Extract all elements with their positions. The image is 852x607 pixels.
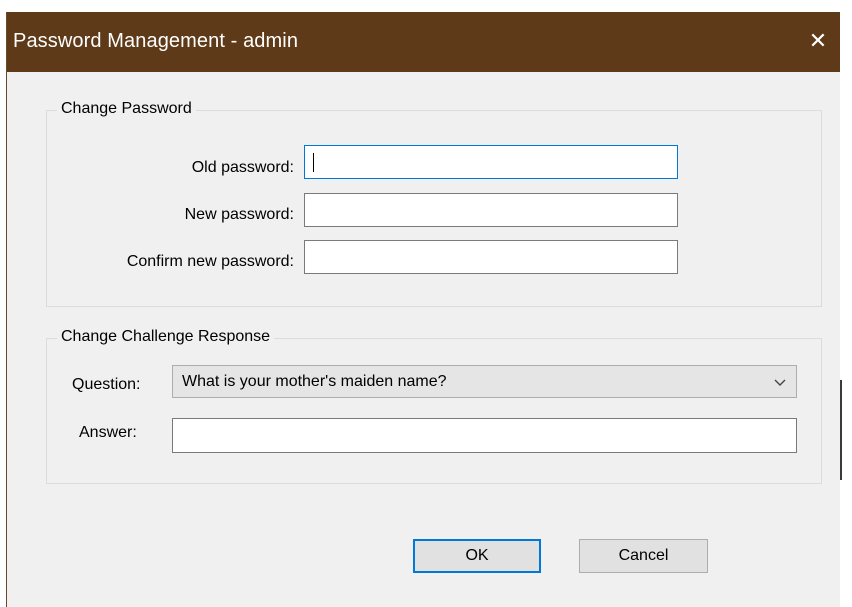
cancel-button[interactable]: Cancel [579, 539, 708, 573]
screen-background-right [840, 12, 852, 607]
chevron-down-icon [774, 379, 786, 386]
close-button[interactable]: ✕ [795, 12, 841, 72]
old-password-field[interactable] [304, 145, 678, 179]
challenge-response-group: Change Challenge Response [46, 328, 822, 484]
question-select[interactable]: What is your mother's maiden name? [172, 365, 797, 398]
confirm-password-label: Confirm new password: [126, 253, 294, 270]
new-password-field[interactable] [304, 193, 678, 227]
challenge-response-caption: Change Challenge Response [57, 328, 275, 346]
answer-label: Answer: [79, 424, 137, 441]
question-label: Question: [72, 376, 141, 393]
title-bar[interactable]: Password Management - admin ✕ [7, 12, 841, 72]
ok-button[interactable]: OK [413, 539, 541, 573]
close-icon: ✕ [808, 28, 828, 53]
background-window-edge [840, 380, 842, 480]
window-title: Password Management - admin [13, 30, 299, 52]
text-caret [313, 153, 314, 172]
confirm-password-field[interactable] [304, 240, 678, 274]
new-password-label: New password: [184, 206, 294, 223]
change-password-caption: Change Password [57, 100, 196, 118]
question-selected-value: What is your mother's maiden name? [182, 373, 447, 390]
old-password-label: Old password: [191, 159, 294, 176]
answer-field[interactable] [172, 418, 797, 453]
password-management-dialog: Password Management - admin ✕ Change Pas… [6, 12, 841, 607]
screen-background-top [0, 0, 852, 12]
